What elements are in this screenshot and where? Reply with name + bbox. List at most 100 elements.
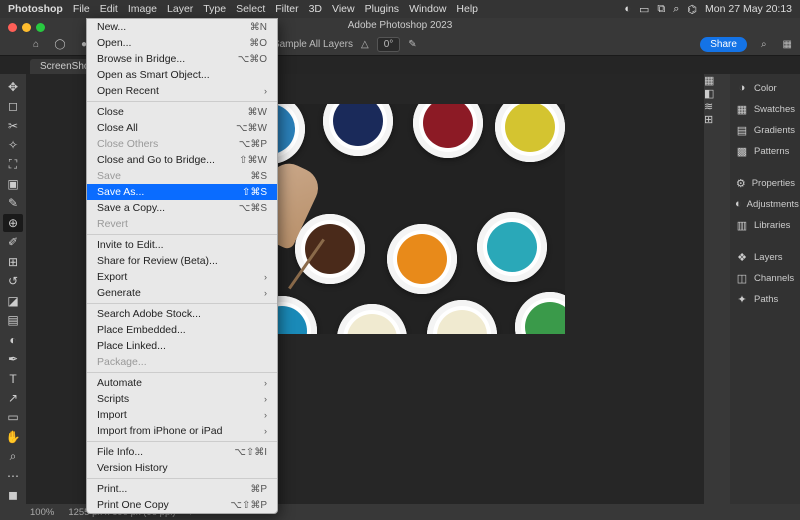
menu-item[interactable]: Save a Copy...⌥⌘S	[87, 200, 277, 216]
dodge-tool[interactable]: ◐	[3, 331, 23, 348]
dock-icon[interactable]: ⊞	[704, 113, 730, 126]
angle-icon: △	[361, 39, 369, 50]
menu-item[interactable]: Import from iPhone or iPad›	[87, 423, 277, 439]
gradient-tool[interactable]: ▤	[3, 311, 23, 328]
channels-icon: ◫	[735, 271, 749, 285]
opt-sample-all[interactable]: Sample All Layers	[273, 39, 353, 50]
menu-layer[interactable]: Layer	[167, 3, 193, 15]
menu-item[interactable]: Close⌘W	[87, 104, 277, 120]
dock-icon[interactable]: ≋	[704, 100, 730, 113]
menu-filter[interactable]: Filter	[275, 3, 298, 15]
close-button[interactable]	[8, 23, 17, 32]
dock-icon[interactable]: ◧	[704, 87, 730, 100]
menu-edit[interactable]: Edit	[100, 3, 118, 15]
panel-adjustments[interactable]: ◐Adjustments	[730, 194, 800, 214]
panel-patterns[interactable]: ▩Patterns	[730, 141, 800, 161]
hand-tool[interactable]: ✋	[3, 428, 23, 445]
menu-item[interactable]: Version History	[87, 460, 277, 476]
frame-tool[interactable]: ▣	[3, 175, 23, 192]
libraries-icon: ▥	[735, 218, 749, 232]
path-tool[interactable]: ↗	[3, 389, 23, 406]
menu-select[interactable]: Select	[236, 3, 265, 15]
menu-item[interactable]: Generate›	[87, 285, 277, 301]
menu-type[interactable]: Type	[203, 3, 226, 15]
menu-item[interactable]: Save As...⇧⌘S	[87, 184, 277, 200]
menu-item[interactable]: Open as Smart Object...	[87, 67, 277, 83]
menu-file[interactable]: File	[73, 3, 90, 15]
panel-swatches[interactable]: ▦Swatches	[730, 99, 800, 119]
menu-item[interactable]: File Info...⌥⇧⌘I	[87, 444, 277, 460]
menu-item[interactable]: Automate›	[87, 375, 277, 391]
app-name: Photoshop	[8, 3, 63, 15]
menu-item[interactable]: Browse in Bridge...⌥⌘O	[87, 51, 277, 67]
menu-item[interactable]: Print One Copy⌥⇧⌘P	[87, 497, 277, 513]
menu-item[interactable]: New...⌘N	[87, 19, 277, 35]
menu-help[interactable]: Help	[456, 3, 478, 15]
foreground-color[interactable]: ◼	[3, 487, 23, 504]
creative-cloud-icon[interactable]: ◐	[624, 3, 631, 15]
menu-item[interactable]: Scripts›	[87, 391, 277, 407]
pressure-icon[interactable]: ✎	[408, 39, 416, 50]
minimize-button[interactable]	[22, 23, 31, 32]
menu-item[interactable]: Close and Go to Bridge...⇧⌘W	[87, 152, 277, 168]
patterns-icon: ▩	[735, 144, 749, 158]
opt-angle[interactable]: 0°	[377, 37, 401, 52]
menu-image[interactable]: Image	[128, 3, 157, 15]
menu-item[interactable]: Open...⌘O	[87, 35, 277, 51]
menu-item[interactable]: Search Adobe Stock...	[87, 306, 277, 322]
menu-item[interactable]: Close All⌥⌘W	[87, 120, 277, 136]
menu-view[interactable]: View	[332, 3, 355, 15]
healing-tool[interactable]: ⊕	[3, 214, 23, 231]
menu-item[interactable]: Export›	[87, 269, 277, 285]
tool-preset-icon[interactable]: ◯	[52, 37, 68, 53]
menu-item[interactable]: Share for Review (Beta)...	[87, 253, 277, 269]
menu-item[interactable]: Open Recent›	[87, 83, 277, 99]
menubar: Photoshop File Edit Image Layer Type Sel…	[0, 0, 800, 18]
menu-item[interactable]: Print...⌘P	[87, 481, 277, 497]
history-brush-tool[interactable]: ↺	[3, 273, 23, 290]
search-icon[interactable]: ⌕	[673, 3, 679, 16]
menu-item[interactable]: Import›	[87, 407, 277, 423]
menu-window[interactable]: Window	[409, 3, 446, 15]
search-icon[interactable]: ⌕	[761, 39, 767, 50]
marquee-tool[interactable]: ◻	[3, 97, 23, 114]
menu-item[interactable]: Invite to Edit...	[87, 237, 277, 253]
crop-tool[interactable]: ⛶	[3, 156, 23, 173]
window-controls	[8, 23, 45, 32]
wand-tool[interactable]: ✧	[3, 136, 23, 153]
eraser-tool[interactable]: ◪	[3, 292, 23, 309]
wifi-icon[interactable]: ⧉	[657, 3, 665, 16]
panel-properties[interactable]: ⚙Properties	[730, 173, 800, 193]
zoom-level[interactable]: 100%	[30, 507, 54, 518]
type-tool[interactable]: T	[3, 370, 23, 387]
stamp-tool[interactable]: ⊞	[3, 253, 23, 270]
panel-channels[interactable]: ◫Channels	[730, 268, 800, 288]
menu-3d[interactable]: 3D	[309, 3, 322, 15]
menu-plugins[interactable]: Plugins	[365, 3, 399, 15]
panel-libraries[interactable]: ▥Libraries	[730, 215, 800, 235]
pen-tool[interactable]: ✒	[3, 350, 23, 367]
more-tools[interactable]: ⋯	[3, 467, 23, 484]
dock-icon[interactable]: ▦	[704, 74, 730, 87]
clock[interactable]: Mon 27 May 20:13	[705, 3, 792, 15]
control-center-icon[interactable]: ⌬	[687, 3, 697, 16]
panel-layers[interactable]: ❖Layers	[730, 247, 800, 267]
brush-tool[interactable]: ✐	[3, 234, 23, 251]
maximize-button[interactable]	[36, 23, 45, 32]
zoom-tool[interactable]: ⌕	[3, 448, 23, 465]
menu-item[interactable]: Place Linked...	[87, 338, 277, 354]
color-icon: ◑	[735, 81, 749, 95]
menu-item: Close Others⌥⌘P	[87, 136, 277, 152]
panel-color[interactable]: ◑Color	[730, 78, 800, 98]
panel-paths[interactable]: ✦Paths	[730, 289, 800, 309]
home-icon[interactable]: ⌂	[28, 37, 44, 53]
menu-item[interactable]: Place Embedded...	[87, 322, 277, 338]
panel-gradients[interactable]: ▤Gradients	[730, 120, 800, 140]
share-button[interactable]: Share	[700, 37, 747, 52]
shape-tool[interactable]: ▭	[3, 409, 23, 426]
toolbox: ✥ ◻ ✂ ✧ ⛶ ▣ ✎ ⊕ ✐ ⊞ ↺ ◪ ▤ ◐ ✒ T ↗ ▭ ✋ ⌕ …	[0, 74, 26, 504]
workspace-icon[interactable]: ▦	[783, 39, 792, 50]
eyedropper-tool[interactable]: ✎	[3, 195, 23, 212]
move-tool[interactable]: ✥	[3, 78, 23, 95]
lasso-tool[interactable]: ✂	[3, 117, 23, 134]
